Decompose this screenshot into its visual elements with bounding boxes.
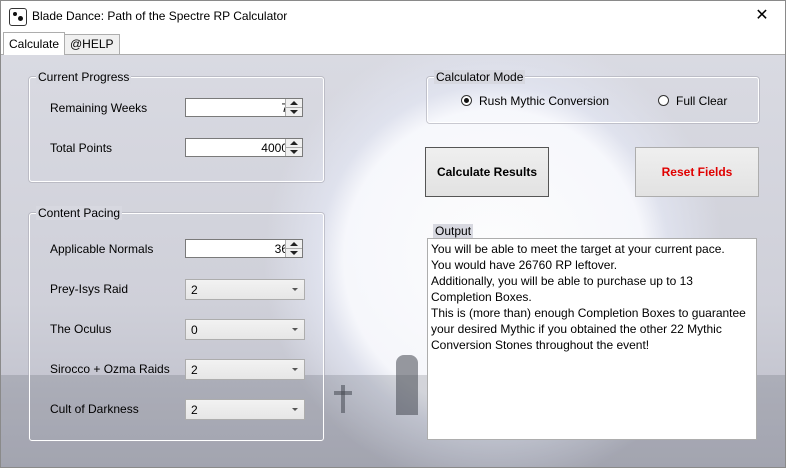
tab-calculate[interactable]: Calculate (3, 32, 66, 55)
output-line: You would have 26760 RP leftover. (431, 258, 618, 272)
remaining-weeks-label: Remaining Weeks (50, 101, 148, 115)
calculate-results-button[interactable]: Calculate Results (425, 147, 549, 197)
sirocco-ozma-value: 2 (191, 363, 198, 377)
cult-of-darkness-value: 2 (191, 403, 198, 417)
the-oculus-select[interactable]: 0 (185, 319, 305, 340)
cult-of-darkness-label: Cult of Darkness (50, 402, 139, 416)
output-line: You will be able to meet the target at y… (431, 242, 725, 256)
remaining-weeks-input[interactable] (186, 99, 290, 116)
rush-mythic-label[interactable]: Rush Mythic Conversion (479, 94, 609, 108)
full-clear-radio[interactable] (658, 95, 669, 106)
output-line: This is (more than) enough Completion Bo… (431, 306, 746, 320)
prey-isys-raid-label: Prey-Isys Raid (50, 282, 129, 296)
tab-help[interactable]: @HELP (64, 34, 120, 54)
output-legend: Output (433, 224, 474, 238)
the-oculus-label: The Oculus (50, 322, 112, 336)
output-line: Conversion Stones throughout the event! (431, 338, 650, 352)
output-textbox[interactable]: You will be able to meet the target at y… (427, 238, 757, 440)
calculator-mode-group: Calculator Mode Rush Mythic Conversion F… (427, 70, 759, 123)
remaining-weeks-down-arrow-icon[interactable] (286, 108, 302, 116)
applicable-normals-up-arrow-icon[interactable] (286, 240, 302, 249)
chevron-down-icon (292, 368, 298, 371)
applicable-normals-input[interactable] (186, 240, 290, 257)
remaining-weeks-stepper[interactable] (185, 98, 303, 117)
current-progress-legend: Current Progress (36, 70, 132, 84)
rush-mythic-radio[interactable] (461, 95, 472, 106)
remaining-weeks-up-arrow-icon[interactable] (286, 99, 302, 108)
output-line: Completion Boxes. (431, 290, 532, 304)
title-bar: Blade Dance: Path of the Spectre RP Calc… (1, 1, 785, 32)
calculator-mode-legend: Calculator Mode (434, 70, 526, 84)
prey-isys-raid-value: 2 (191, 283, 198, 297)
window-title: Blade Dance: Path of the Spectre RP Calc… (32, 9, 288, 23)
remaining-weeks-spin (285, 99, 302, 116)
output-line: your desired Mythic if you obtained the … (431, 322, 722, 336)
output-line: Additionally, you will be able to purcha… (431, 274, 693, 288)
sirocco-ozma-label: Sirocco + Ozma Raids (50, 362, 170, 376)
chevron-down-icon (292, 288, 298, 291)
reset-fields-button[interactable]: Reset Fields (635, 147, 759, 197)
prey-isys-raid-select[interactable]: 2 (185, 279, 305, 300)
total-points-spin (285, 139, 302, 156)
tab-strip: Calculate @HELP (1, 32, 785, 55)
cross-silhouette-decoration (341, 385, 345, 413)
applicable-normals-spin (285, 240, 302, 257)
content-pacing-legend: Content Pacing (36, 206, 123, 220)
content-pacing-group: Content Pacing Applicable Normals Prey-I… (29, 206, 324, 441)
total-points-stepper[interactable] (185, 138, 303, 157)
total-points-down-arrow-icon[interactable] (286, 148, 302, 156)
total-points-label: Total Points (50, 141, 113, 155)
applicable-normals-down-arrow-icon[interactable] (286, 249, 302, 257)
app-window: Blade Dance: Path of the Spectre RP Calc… (0, 0, 786, 468)
figure-silhouette-decoration (396, 355, 418, 415)
close-button[interactable]: ✕ (739, 1, 785, 32)
close-icon: ✕ (755, 7, 769, 24)
app-icon (9, 8, 27, 26)
total-points-input[interactable] (186, 139, 290, 156)
chevron-down-icon (292, 328, 298, 331)
sirocco-ozma-select[interactable]: 2 (185, 359, 305, 380)
full-clear-label[interactable]: Full Clear (676, 94, 727, 108)
applicable-normals-label: Applicable Normals (50, 242, 154, 256)
current-progress-group: Current Progress Remaining Weeks Total P… (29, 70, 324, 182)
total-points-up-arrow-icon[interactable] (286, 139, 302, 148)
cult-of-darkness-select[interactable]: 2 (185, 399, 305, 420)
calculate-tab-panel: Current Progress Remaining Weeks Total P… (1, 54, 785, 467)
applicable-normals-stepper[interactable] (185, 239, 303, 258)
chevron-down-icon (292, 408, 298, 411)
cross-bar-silhouette-decoration (334, 391, 352, 395)
the-oculus-value: 0 (191, 323, 198, 337)
